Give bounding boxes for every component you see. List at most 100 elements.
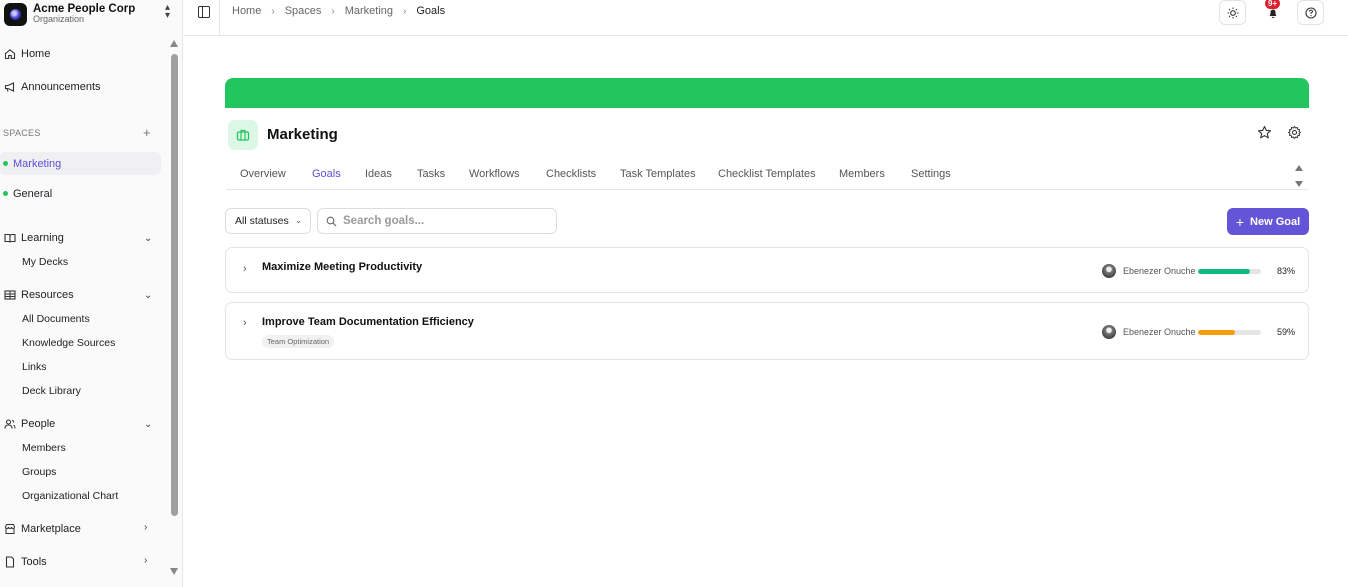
sidebar-item-label: People (21, 418, 56, 430)
search-input[interactable] (343, 215, 543, 227)
progress-percent: 83% (1276, 266, 1295, 276)
goal-title[interactable]: Improve Team Documentation Efficiency (262, 316, 474, 328)
space-tabs: Overview Goals Ideas Tasks Workflows Che… (226, 160, 1308, 190)
help-button[interactable] (1297, 0, 1324, 25)
chevron-right-icon[interactable]: › (243, 263, 247, 275)
sidebar-item-members[interactable]: Members (22, 439, 66, 457)
megaphone-icon (4, 81, 16, 93)
grid-table-icon (4, 289, 16, 301)
page-title: Marketing (267, 126, 338, 143)
breadcrumb-home[interactable]: Home (232, 5, 261, 17)
tab-goals[interactable]: Goals (312, 168, 341, 180)
chevron-down-icon[interactable]: ⌄ (144, 419, 152, 430)
sidebar-item-label: Home (21, 48, 51, 60)
org-switcher[interactable]: Acme People Corp Organization ▴ ▾ (4, 0, 174, 28)
home-icon (4, 48, 16, 60)
users-icon (4, 418, 16, 430)
tab-ideas[interactable]: Ideas (365, 168, 392, 180)
sidebar-item-label: Announcements (21, 81, 101, 93)
sidebar-scrollbar[interactable] (169, 40, 180, 575)
sidebar-item-knowledge-sources[interactable]: Knowledge Sources (22, 334, 115, 352)
goal-owner-name: Ebenezer Onuche (1123, 327, 1196, 337)
tab-members[interactable]: Members (839, 168, 885, 180)
book-icon (4, 232, 16, 244)
breadcrumb-spaces[interactable]: Spaces (285, 5, 322, 17)
progress-bar (1198, 268, 1261, 274)
org-subtitle: Organization (33, 14, 85, 25)
sidebar-item-groups[interactable]: Groups (22, 463, 56, 481)
scroll-up-arrow[interactable] (170, 40, 178, 47)
breadcrumb-marketing[interactable]: Marketing (345, 5, 393, 17)
sidebar-item-my-decks[interactable]: My Decks (22, 253, 68, 271)
tab-checklist-templates[interactable]: Checklist Templates (718, 168, 816, 180)
tabs-scroll-control[interactable] (1295, 165, 1305, 187)
sidebar-item-space-general[interactable]: General (0, 182, 161, 205)
sidebar-item-label: Marketplace (21, 523, 81, 535)
sidebar-item-space-marketing[interactable]: Marketing (0, 152, 161, 175)
search-box[interactable] (317, 208, 557, 234)
space-banner (225, 78, 1309, 108)
progress-bar (1198, 329, 1261, 335)
sidebar-item-announcements[interactable]: Announcements (4, 77, 101, 97)
sidebar-item-label: Resources (21, 289, 74, 301)
scroll-down-arrow[interactable] (170, 568, 178, 575)
chevron-down-icon: ⌄ (295, 216, 302, 225)
tab-checklists[interactable]: Checklists (546, 168, 596, 180)
chevron-down-icon[interactable]: ⌄ (144, 233, 152, 244)
chevron-right-icon[interactable]: › (243, 317, 247, 329)
chevron-right-icon: › (331, 5, 335, 17)
tab-task-templates[interactable]: Task Templates (620, 168, 696, 180)
chevron-right-icon[interactable]: › (144, 522, 147, 533)
space-color-dot (3, 191, 8, 196)
search-icon (326, 216, 337, 226)
sidebar-item-learning[interactable]: Learning (4, 228, 64, 248)
gear-icon (1287, 125, 1301, 139)
sidebar-item-deck-library[interactable]: Deck Library (22, 382, 81, 400)
avatar (1102, 325, 1116, 339)
new-goal-button[interactable]: + New Goal (1227, 208, 1309, 235)
chevron-right-icon[interactable]: › (144, 555, 147, 566)
space-settings-button[interactable] (1286, 124, 1302, 140)
status-filter-select[interactable]: All statuses ⌄ (225, 208, 311, 234)
sidebar-item-label: General (13, 187, 53, 200)
add-space-icon[interactable]: + (143, 125, 151, 140)
sidebar-item-people[interactable]: People (4, 414, 55, 434)
status-filter-value: All statuses (235, 215, 289, 227)
org-logo-icon (4, 2, 27, 26)
goal-tag: Team Optimization (262, 335, 335, 348)
goal-row[interactable]: › Maximize Meeting Productivity Ebenezer… (225, 247, 1309, 293)
sidebar-item-all-documents[interactable]: All Documents (22, 310, 90, 328)
sidebar-item-marketplace[interactable]: Marketplace (4, 519, 81, 539)
chevron-up-down-icon[interactable]: ▴ ▾ (165, 3, 170, 21)
sidebar-item-tools[interactable]: Tools (4, 552, 47, 572)
goal-title[interactable]: Maximize Meeting Productivity (262, 261, 422, 273)
tab-workflows[interactable]: Workflows (469, 168, 520, 180)
notification-badge: 9+ (1265, 0, 1281, 9)
favorite-button[interactable] (1256, 124, 1272, 140)
tabs-scroll-down-arrow[interactable] (1295, 181, 1303, 187)
document-icon (4, 556, 16, 568)
tab-tasks[interactable]: Tasks (417, 168, 445, 180)
scroll-thumb[interactable] (171, 54, 178, 516)
chevron-down-icon[interactable]: ⌄ (144, 290, 152, 301)
sidebar-item-links[interactable]: Links (22, 358, 47, 376)
sidebar-item-resources[interactable]: Resources (4, 285, 74, 305)
theme-toggle-button[interactable] (1219, 0, 1246, 25)
sidebar-item-label: Tools (21, 556, 47, 568)
sidebar: Acme People Corp Organization ▴ ▾ Home An… (0, 0, 183, 587)
progress-fill (1198, 268, 1251, 274)
goal-row[interactable]: › Improve Team Documentation Efficiency … (225, 302, 1309, 360)
sidebar-item-label: Marketing (13, 157, 62, 170)
sidebar-item-org-chart[interactable]: Organizational Chart (22, 487, 118, 505)
sidebar-toggle-icon[interactable] (198, 6, 210, 18)
goal-owner-name: Ebenezer Onuche (1123, 266, 1196, 276)
avatar (1102, 264, 1116, 278)
spaces-section-label: SPACES (3, 128, 41, 138)
chevron-right-icon: › (271, 5, 275, 17)
tabs-scroll-up-arrow[interactable] (1295, 165, 1303, 171)
new-goal-label: New Goal (1250, 215, 1301, 228)
sidebar-item-home[interactable]: Home (4, 44, 50, 64)
app-window: Acme People Corp Organization ▴ ▾ Home An… (0, 0, 1348, 587)
tab-overview[interactable]: Overview (240, 168, 286, 180)
tab-settings[interactable]: Settings (911, 168, 951, 180)
